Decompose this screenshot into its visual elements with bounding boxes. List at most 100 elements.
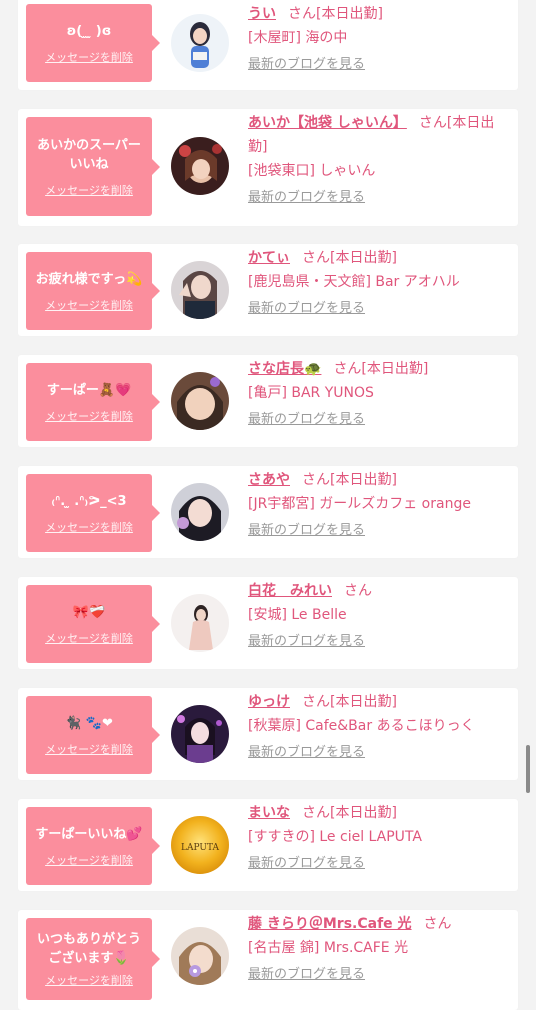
avatar[interactable] [171,594,229,652]
cast-info: かてぃ さん[本日出勤] [鹿児島県・天文館] Bar アオハル 最新のブログを見… [248,246,510,320]
latest-blog-link[interactable]: 最新のブログを見る [248,54,365,76]
cast-info: まいな さん[本日出勤] [すすきの] Le ciel LAPUTA 最新のブログ… [248,801,510,875]
shop-name: [JR宇都宮] ガールズカフェ orange [248,496,471,512]
cast-name-link[interactable]: まいな [248,805,290,821]
cast-suffix: さん[本日出勤] [302,472,397,488]
message-bubble: いつもありがとう ございます🌷 メッセージを削除 [26,918,160,1000]
cast-info: 白花 みれい さん [安城] Le Belle 最新のブログを見る [248,579,510,653]
cast-name-link[interactable]: あいか【池袋 しゃいん】 [248,115,407,131]
delete-message-link[interactable]: メッセージを削除 [45,852,133,868]
latest-blog-link[interactable]: 最新のブログを見る [248,409,365,431]
cast-suffix: さん [423,916,452,932]
message-bubble: 🎀❤️‍🩹 メッセージを削除 [26,585,160,663]
cast-info: さあや さん[本日出勤] [JR宇都宮] ガールズカフェ orange 最新のブロ… [248,468,510,542]
cast-name-link[interactable]: うい [248,6,276,22]
cast-name-link[interactable]: かてぃ [248,250,290,266]
message-text: お疲れ様ですっ💫 [35,271,143,287]
avatar-photo [171,594,229,652]
avatar[interactable] [171,261,229,319]
cast-info: 藤 きらり＠Mrs.Cafe 光さん [名古屋 錦] Mrs.CAFE 光 最新… [248,912,510,986]
shop-name: [池袋東口] しゃいん [248,163,376,179]
cast-suffix: さん[本日出勤] [302,250,397,266]
message-text: すーぱーいいね💕 [35,826,143,842]
message-text: すーぱー🧸💗 [46,382,132,398]
avatar-logo-text: LAPUTA [181,843,219,853]
list-item: いつもありがとう ございます🌷 メッセージを削除 藤 きらり＠Mrs.Cafe … [18,910,518,1010]
shop-name: [すすきの] Le ciel LAPUTA [248,829,422,845]
avatar[interactable] [171,705,229,763]
delete-message-link[interactable]: メッセージを削除 [45,297,133,313]
message-text: 🐈‍⬛ 🐾❤ [65,715,113,731]
cast-suffix: さん[本日出勤] [288,6,383,22]
message-bubble: 🐈‍⬛ 🐾❤ メッセージを削除 [26,696,160,774]
latest-blog-link[interactable]: 最新のブログを見る [248,631,365,653]
avatar-photo [171,705,229,763]
latest-blog-link[interactable]: 最新のブログを見る [248,298,365,320]
avatar-photo [171,14,229,72]
shop-name: [亀戸] BAR YUNOS [248,385,374,401]
delete-message-link[interactable]: メッセージを削除 [45,408,133,424]
list-item: 🎀❤️‍🩹 メッセージを削除 白花 みれい さん [安城] Le Belle 最新… [18,577,518,669]
message-text: 🎀❤️‍🩹 [72,604,106,620]
list-item: あいかのスーパー いいね メッセージを削除 あいか【池袋 しゃいん】 さん[本日出… [18,109,518,226]
delete-message-link[interactable]: メッセージを削除 [45,182,133,198]
cast-info: うい さん[本日出勤] [木屋町] 海の中 最新のブログを見る [248,2,510,76]
delete-message-link[interactable]: メッセージを削除 [45,630,133,646]
delete-message-link[interactable]: メッセージを削除 [45,49,133,65]
cast-name-link[interactable]: ゆっけ [248,694,290,710]
avatar-photo: LAPUTA [171,816,229,874]
message-bubble: ₍ᐢ. ̫ .ᐢ₎ᕗ_<3 メッセージを削除 [26,474,160,552]
avatar-photo [171,483,229,541]
shop-name: [秋葉原] Cafe&Bar あるこほりっく [248,718,475,734]
cast-name-link[interactable]: さあや [248,472,290,488]
message-bubble: すーぱー🧸💗 メッセージを削除 [26,363,160,441]
cast-suffix: さん [344,583,372,599]
latest-blog-link[interactable]: 最新のブログを見る [248,742,365,764]
avatar[interactable] [171,927,229,985]
message-bubble: すーぱーいいね💕 メッセージを削除 [26,807,160,885]
message-bubble: ʚ( ̫ ̫ )ɞ メッセージを削除 [26,4,160,82]
avatar-photo [171,927,229,985]
cast-name-link[interactable]: 藤 きらり＠Mrs.Cafe 光 [248,916,412,932]
cast-suffix: さん[本日出勤] [302,694,397,710]
list-item: お疲れ様ですっ💫 メッセージを削除 かてぃ さん[本日出勤] [鹿児島県・天文館]… [18,244,518,336]
message-text: ʚ( ̫ ̫ )ɞ [66,23,112,39]
latest-blog-link[interactable]: 最新のブログを見る [248,853,365,875]
avatar-photo [171,372,229,430]
cast-info: さな店長🐢 さん[本日出勤] [亀戸] BAR YUNOS 最新のブログを見る [248,357,510,431]
latest-blog-link[interactable]: 最新のブログを見る [248,520,365,542]
avatar-photo [171,137,229,195]
cast-info: ゆっけ さん[本日出勤] [秋葉原] Cafe&Bar あるこほりっく 最新のブロ… [248,690,510,764]
cast-suffix: さん[本日出勤] [302,805,397,821]
list-item: すーぱーいいね💕 メッセージを削除 LAPUTA まいな さん[本日出勤] [すす… [18,799,518,891]
avatar[interactable]: LAPUTA [171,816,229,874]
message-text: あいかのスーパー いいね [37,137,141,172]
avatar[interactable] [171,483,229,541]
shop-name: [安城] Le Belle [248,607,347,623]
delete-message-link[interactable]: メッセージを削除 [45,972,133,988]
message-text: ₍ᐢ. ̫ .ᐢ₎ᕗ_<3 [51,493,127,509]
avatar[interactable] [171,372,229,430]
list-item: 🐈‍⬛ 🐾❤ メッセージを削除 ゆっけ さん[本日出勤] [秋葉原] Cafe&B… [18,688,518,780]
cast-suffix: さん[本日出勤] [333,361,429,377]
list-item: すーぱー🧸💗 メッセージを削除 さな店長🐢 さん[本日出勤] [亀戸] BAR Y… [18,355,518,447]
list-item: ʚ( ̫ ̫ )ɞ メッセージを削除 うい さん[本日出勤] [木屋町] 海の中 … [18,0,518,90]
list-item: ₍ᐢ. ̫ .ᐢ₎ᕗ_<3 メッセージを削除 さあや さん[本日出勤] [JR宇都… [18,466,518,558]
cast-name-link[interactable]: 白花 みれい [248,583,332,599]
delete-message-link[interactable]: メッセージを削除 [45,519,133,535]
latest-blog-link[interactable]: 最新のブログを見る [248,964,365,986]
message-bubble: お疲れ様ですっ💫 メッセージを削除 [26,252,160,330]
avatar[interactable] [171,137,229,195]
latest-blog-link[interactable]: 最新のブログを見る [248,187,365,209]
message-text: いつもありがとう ございます🌷 [36,932,141,966]
cast-info: あいか【池袋 しゃいん】 さん[本日出勤] [池袋東口] しゃいん 最新のブログを… [248,111,510,209]
shop-name: [木屋町] 海の中 [248,30,348,46]
cast-name-link[interactable]: さな店長🐢 [248,361,321,377]
scrollbar[interactable] [526,745,530,793]
shop-name: [鹿児島県・天文館] Bar アオハル [248,274,460,290]
shop-name: [名古屋 錦] Mrs.CAFE 光 [248,940,409,956]
delete-message-link[interactable]: メッセージを削除 [45,741,133,757]
avatar[interactable] [171,14,229,72]
avatar-photo [171,261,229,319]
message-bubble: あいかのスーパー いいね メッセージを削除 [26,117,160,216]
